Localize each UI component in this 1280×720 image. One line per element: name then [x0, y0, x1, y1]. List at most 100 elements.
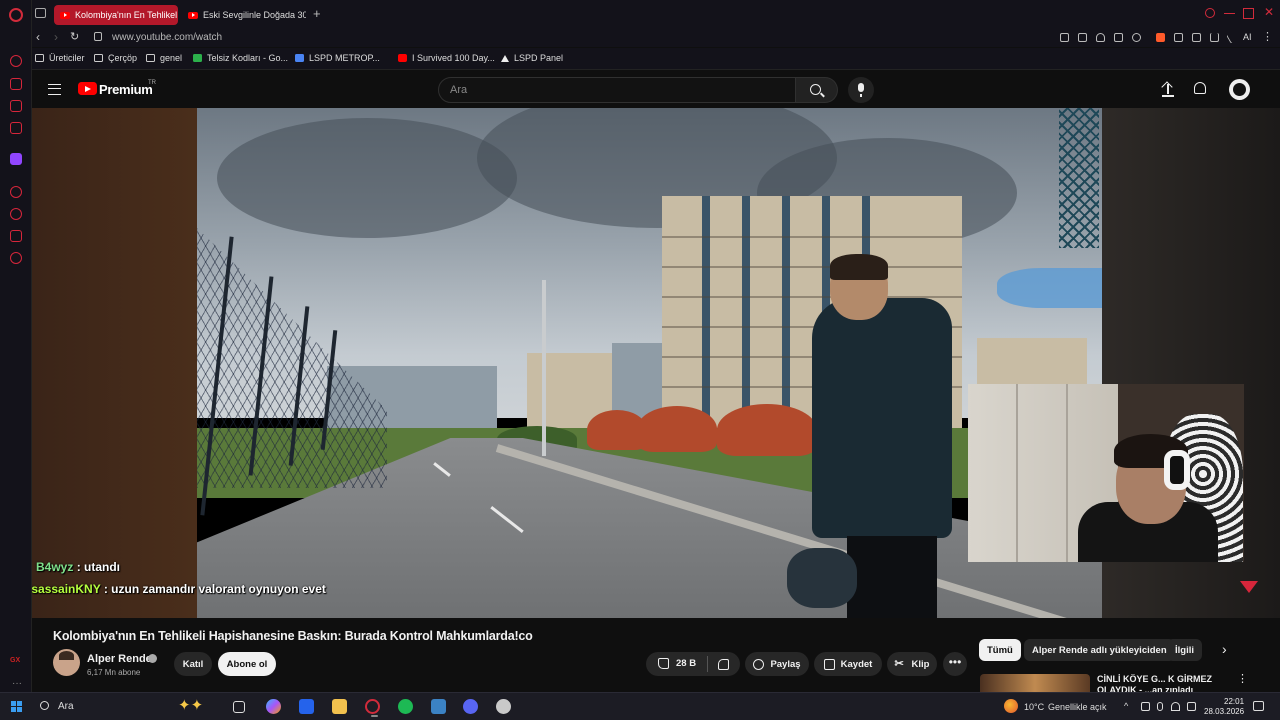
flow-icon[interactable]	[1114, 33, 1123, 42]
player-icon[interactable]	[10, 186, 22, 198]
opera-logo-icon[interactable]	[9, 8, 23, 22]
start-icon[interactable]	[11, 701, 22, 712]
youtube-logo-icon[interactable]	[78, 82, 97, 95]
chip-related[interactable]: İlgili	[1167, 639, 1202, 661]
join-button[interactable]: Katıl	[174, 652, 212, 676]
bookmark-item[interactable]: I Survived 100 Day...	[398, 53, 495, 63]
wifi-icon[interactable]	[1171, 702, 1180, 711]
ai-button[interactable]: AI	[1243, 32, 1252, 42]
history-icon[interactable]	[10, 208, 22, 220]
close-button[interactable]: ✕	[1264, 5, 1275, 19]
back-button[interactable]: ‹	[36, 30, 40, 44]
save-button[interactable]: Kaydet	[814, 652, 882, 676]
notifications-bell-icon[interactable]	[1194, 82, 1206, 94]
opera-gx-icon[interactable]	[365, 699, 380, 717]
app-icon[interactable]	[431, 699, 446, 714]
youtube-premium-logo[interactable]: Premium	[99, 82, 153, 97]
minimize-button[interactable]	[1224, 8, 1235, 14]
file-explorer-icon[interactable]	[332, 699, 347, 714]
bookmark-item[interactable]: LSPD METROP...	[295, 53, 380, 63]
aria-icon[interactable]	[10, 55, 22, 67]
tray-app-icon[interactable]	[1141, 702, 1150, 711]
reload-button[interactable]: ↻	[70, 30, 79, 43]
discord-icon[interactable]	[463, 699, 478, 714]
extension-fox-icon[interactable]	[1156, 33, 1165, 42]
vpn-icon[interactable]	[1096, 33, 1105, 42]
microphone-tray-icon[interactable]	[1157, 702, 1163, 711]
forward-button[interactable]: ›	[54, 30, 58, 44]
headset-icon	[1164, 450, 1190, 490]
twitch-icon[interactable]	[10, 153, 22, 165]
account-avatar[interactable]	[1229, 79, 1250, 100]
taskbar-search-label[interactable]: Ara	[58, 701, 74, 712]
settings-icon[interactable]	[10, 252, 22, 264]
bookmark-label: I Survived 100 Day...	[412, 53, 495, 63]
voice-search-button[interactable]	[848, 77, 874, 103]
volume-icon[interactable]	[1187, 702, 1196, 711]
extensions-icon[interactable]	[10, 230, 22, 242]
notifications-icon[interactable]	[1253, 701, 1264, 711]
music-icon[interactable]	[10, 122, 22, 134]
like-count[interactable]: 28 B	[676, 658, 696, 669]
capture-icon[interactable]	[1078, 33, 1087, 42]
search-highlight-icon[interactable]: ✦✦	[178, 698, 208, 714]
tray-overflow-icon[interactable]: ^	[1124, 701, 1128, 711]
dislike-icon[interactable]	[718, 659, 729, 670]
bookmark-item[interactable]: Çerçöp	[94, 53, 137, 63]
share-button[interactable]: Paylaş	[745, 652, 809, 676]
clock[interactable]: 22:01 28.03.2026	[1204, 697, 1244, 717]
bookmark-item[interactable]: Telsiz Kodları - Go...	[193, 53, 288, 63]
recommendation-menu-icon[interactable]: ⋮	[1237, 672, 1248, 685]
search-box[interactable]	[438, 77, 796, 103]
subscribe-button[interactable]: Abone ol	[218, 652, 276, 676]
messenger-icon[interactable]	[10, 100, 22, 112]
maximize-button[interactable]	[1243, 8, 1254, 19]
like-icon[interactable]	[658, 658, 669, 669]
video-player[interactable]: B4wyz : utandı !assassainKNY : uzun zama…	[32, 108, 1280, 618]
menu-icon[interactable]: ⋮	[1262, 30, 1273, 43]
tab-active[interactable]: Kolombiya'nın En Tehlikel	[54, 5, 178, 25]
obs-icon[interactable]	[496, 699, 511, 714]
bookmark-item[interactable]: Üreticiler	[35, 53, 85, 63]
bookmark-label: Üreticiler	[49, 53, 85, 63]
weather-temp[interactable]: 10°C	[1024, 702, 1044, 712]
more-icon[interactable]: ···	[12, 678, 22, 689]
lock-icon[interactable]	[94, 32, 102, 41]
upload-icon[interactable]	[1162, 82, 1174, 97]
weather-icon[interactable]	[1004, 699, 1018, 713]
bookmark-item[interactable]: LSPD Panel	[501, 53, 563, 63]
tab-search-icon[interactable]	[1205, 8, 1215, 18]
channel-avatar[interactable]	[53, 649, 80, 676]
bookmark-item[interactable]: genel	[146, 53, 182, 63]
search-input[interactable]	[439, 78, 795, 102]
channel-name[interactable]: Alper Rende	[87, 653, 152, 665]
spotify-icon[interactable]	[398, 699, 413, 714]
search-button[interactable]	[796, 77, 838, 103]
new-tab-button[interactable]: +	[313, 6, 321, 21]
video-frame[interactable]	[197, 108, 1102, 618]
copilot-icon[interactable]	[266, 699, 281, 714]
url-field[interactable]: www.youtube.com/watch	[112, 32, 222, 43]
more-actions-button[interactable]: •••	[943, 652, 967, 676]
bag-icon[interactable]	[10, 78, 22, 90]
snapshot-icon[interactable]	[1060, 33, 1069, 42]
taskbar-search-icon[interactable]	[40, 701, 49, 710]
workspaces-icon[interactable]	[35, 8, 46, 18]
extensions-puzzle-icon[interactable]	[1174, 33, 1183, 42]
aria-send-icon[interactable]	[1226, 31, 1239, 44]
easy-setup-icon[interactable]	[1192, 33, 1201, 42]
store-icon[interactable]	[299, 699, 314, 714]
download-icon[interactable]	[1210, 33, 1219, 42]
task-view-icon[interactable]	[233, 701, 245, 713]
bookmark-heart-icon[interactable]	[1132, 33, 1141, 42]
recommendation-thumbnail[interactable]	[980, 674, 1090, 692]
tab-inactive[interactable]: Eski Sevgilinle Doğada 30	[182, 5, 306, 25]
gx-icon[interactable]: GX	[10, 657, 20, 664]
chip-all[interactable]: Tümü	[979, 639, 1021, 661]
hamburger-menu-icon[interactable]	[48, 84, 61, 95]
share-label: Paylaş	[770, 658, 801, 670]
chevron-right-icon[interactable]: ›	[1222, 641, 1227, 657]
chip-uploader[interactable]: Alper Rende adlı yükleyiciden	[1024, 639, 1175, 661]
clip-button[interactable]: ✂ Klip	[887, 652, 937, 676]
weather-desc[interactable]: Genellikle açık	[1048, 702, 1107, 712]
